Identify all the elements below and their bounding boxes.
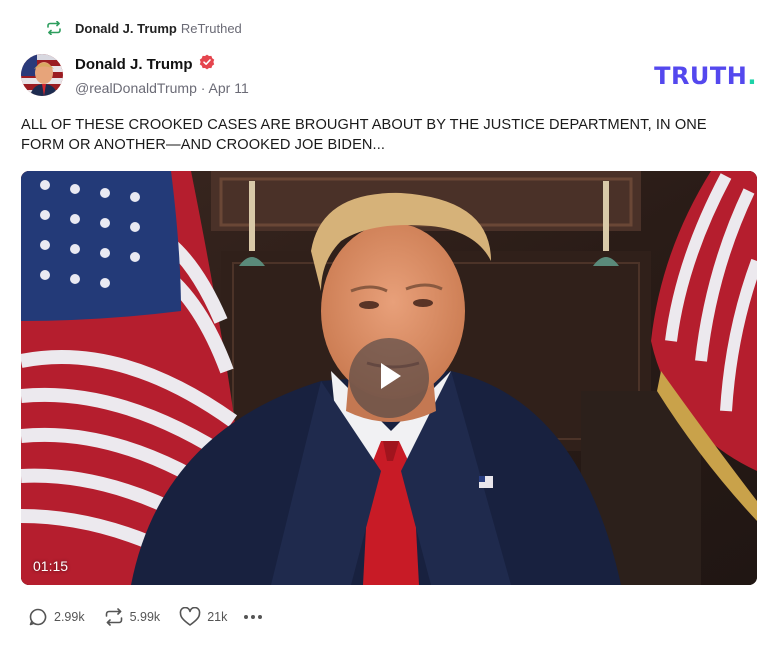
like-button[interactable]: 21k: [179, 607, 227, 627]
retruth-count: 5.99k: [129, 610, 161, 624]
more-options-icon[interactable]: [244, 615, 263, 619]
verified-badge-icon: [199, 54, 215, 74]
post-header: Donald J. Trump @realDonaldTrump · Apr 1…: [21, 52, 757, 100]
author-display-name[interactable]: Donald J. Trump: [75, 56, 193, 73]
video-duration: 01:15: [33, 558, 69, 574]
avatar[interactable]: [21, 54, 63, 96]
heart-icon: [179, 607, 201, 627]
play-button[interactable]: [349, 338, 429, 418]
like-count: 21k: [207, 610, 228, 624]
retruth-icon: [46, 21, 62, 35]
separator: ·: [200, 80, 206, 96]
post-text: ALL OF THESE CROOKED CASES ARE BROUGHT A…: [21, 117, 707, 153]
retruth-user-link[interactable]: Donald J. Trump: [75, 21, 177, 36]
play-icon: [372, 359, 406, 398]
post-actions: 2.99k 5.99k 21k: [28, 605, 263, 629]
truth-logo[interactable]: TRUTH.: [654, 62, 757, 90]
post-date[interactable]: Apr 11: [209, 80, 249, 96]
retruth-banner: Donald J. Trump ReTruthed: [46, 18, 242, 38]
retruth-button[interactable]: 5.99k: [104, 608, 161, 626]
video-player[interactable]: 01:15: [21, 171, 757, 585]
retruth-label: ReTruthed: [180, 20, 242, 36]
reply-button[interactable]: 2.99k: [28, 607, 85, 627]
truth-logo-text: TRUTH: [654, 62, 748, 90]
author-handle[interactable]: @realDonaldTrump: [75, 80, 197, 96]
retruth-icon: [104, 608, 124, 626]
reply-count: 2.99k: [54, 610, 85, 624]
truth-logo-dot: .: [747, 62, 757, 90]
comment-icon: [28, 607, 48, 627]
